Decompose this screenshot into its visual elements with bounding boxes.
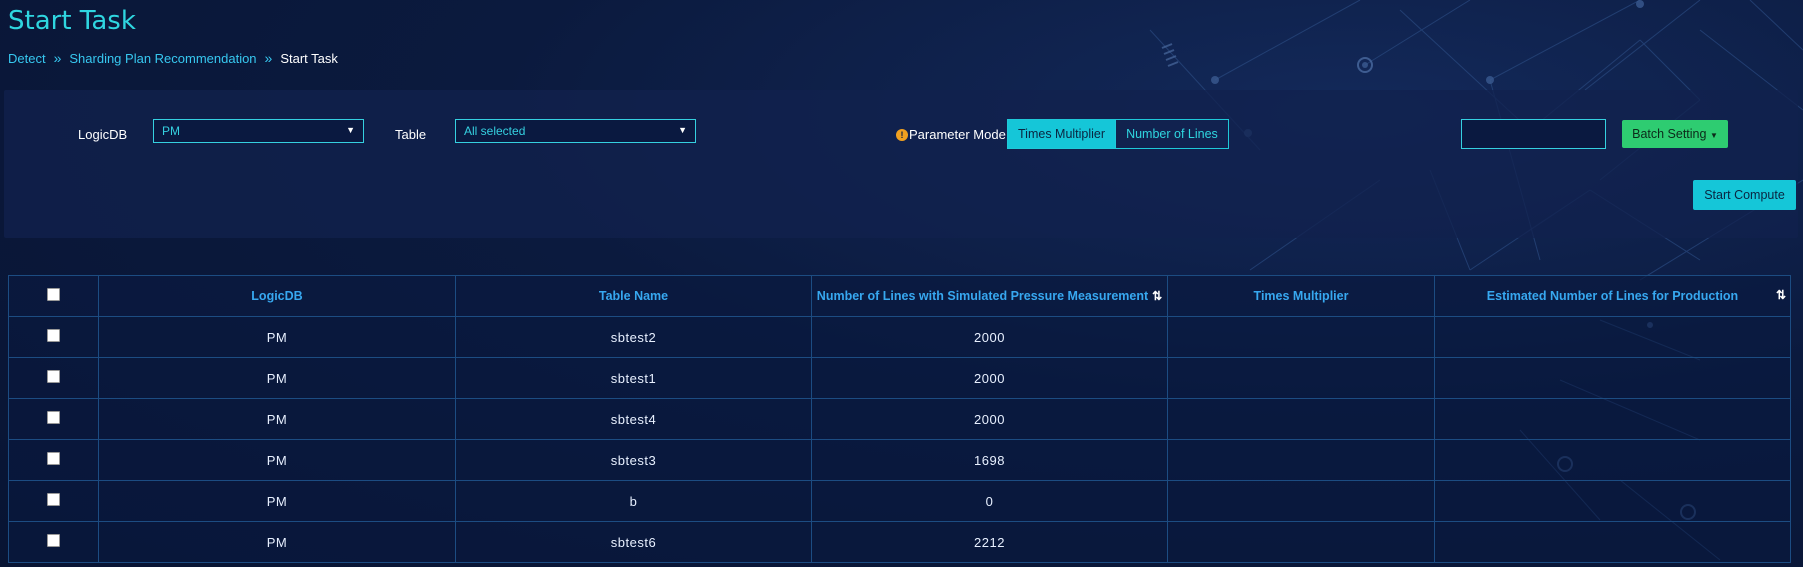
cell-table-name: sbtest2 (455, 316, 812, 358)
logicdb-select-value: PM (162, 124, 180, 138)
cell-times-multiplier[interactable] (1167, 439, 1435, 481)
cell-times-multiplier[interactable] (1167, 521, 1435, 563)
breadcrumb: Detect » Sharding Plan Recommendation » … (8, 50, 338, 66)
logicdb-label: LogicDB (78, 127, 128, 142)
cell-times-multiplier[interactable] (1167, 398, 1435, 440)
table-row: PM sbtest4 2000 (8, 398, 1791, 440)
table-select-value: All selected (464, 124, 526, 138)
column-header-logicdb: LogicDB (98, 275, 456, 317)
cell-table-name: b (455, 480, 812, 522)
column-header-times-multiplier: Times Multiplier (1167, 275, 1435, 317)
mode-number-of-lines-button[interactable]: Number of Lines (1115, 120, 1228, 148)
start-compute-button[interactable]: Start Compute (1693, 180, 1796, 210)
cell-table-name: sbtest1 (455, 357, 812, 399)
column-header-estimated-lines-label: Estimated Number of Lines for Production (1486, 289, 1739, 303)
page-title: Start Task (8, 6, 136, 36)
cell-logicdb: PM (98, 439, 456, 481)
breadcrumb-sharding-plan[interactable]: Sharding Plan Recommendation (69, 51, 256, 66)
mode-times-multiplier-button[interactable]: Times Multiplier (1008, 120, 1116, 148)
cell-logicdb: PM (98, 357, 456, 399)
breadcrumb-current: Start Task (280, 50, 338, 66)
breadcrumb-separator-icon: » (264, 50, 273, 66)
row-checkbox-cell (8, 521, 99, 563)
cell-table-name: sbtest6 (455, 521, 812, 563)
table-row: PM b 0 (8, 480, 1791, 522)
cell-estimated-lines (1434, 316, 1791, 358)
cell-estimated-lines (1434, 357, 1791, 399)
column-header-table-name: Table Name (455, 275, 812, 317)
row-checkbox[interactable] (47, 370, 60, 383)
cell-logicdb: PM (98, 480, 456, 522)
row-checkbox-cell (8, 439, 99, 481)
cell-logicdb: PM (98, 398, 456, 440)
task-table: LogicDB Table Name Number of Lines with … (8, 275, 1791, 563)
parameter-mode-toggle: Times Multiplier Number of Lines (1007, 119, 1229, 149)
select-all-cell (8, 275, 99, 317)
cell-logicdb: PM (98, 521, 456, 563)
row-checkbox[interactable] (47, 534, 60, 547)
table-row: PM sbtest6 2212 (8, 521, 1791, 563)
select-all-checkbox[interactable] (47, 288, 60, 301)
breadcrumb-separator-icon: » (53, 50, 62, 66)
caret-down-icon: ▼ (346, 125, 355, 135)
cell-simulated-lines: 0 (811, 480, 1168, 522)
logicdb-select[interactable]: PM ▼ (153, 119, 364, 143)
row-checkbox[interactable] (47, 493, 60, 506)
table-select[interactable]: All selected ▼ (455, 119, 696, 143)
caret-down-icon: ▼ (678, 125, 687, 135)
filter-panel (4, 90, 1798, 238)
parameter-mode-label: ! Parameter Mode (896, 127, 1006, 142)
column-header-simulated-lines-label: Number of Lines with Simulated Pressure … (816, 289, 1149, 303)
row-checkbox[interactable] (47, 329, 60, 342)
row-checkbox-cell (8, 480, 99, 522)
cell-times-multiplier[interactable] (1167, 480, 1435, 522)
cell-simulated-lines: 2000 (811, 357, 1168, 399)
column-header-estimated-lines[interactable]: Estimated Number of Lines for Production… (1434, 275, 1791, 317)
breadcrumb-detect[interactable]: Detect (8, 51, 46, 66)
cell-times-multiplier[interactable] (1167, 316, 1435, 358)
caret-down-icon: ▼ (1709, 131, 1718, 140)
row-checkbox-cell (8, 398, 99, 440)
cell-estimated-lines (1434, 480, 1791, 522)
row-checkbox-cell (8, 357, 99, 399)
cell-simulated-lines: 2000 (811, 398, 1168, 440)
batch-value-input[interactable] (1461, 119, 1606, 149)
cell-estimated-lines (1434, 398, 1791, 440)
cell-simulated-lines: 2212 (811, 521, 1168, 563)
row-checkbox-cell (8, 316, 99, 358)
table-label: Table (395, 127, 427, 142)
batch-setting-label: Batch Setting (1632, 127, 1707, 141)
table-row: PM sbtest1 2000 (8, 357, 1791, 399)
parameter-mode-text: Parameter Mode (909, 127, 1006, 142)
info-icon[interactable]: ! (896, 128, 908, 141)
table-row: PM sbtest2 2000 (8, 316, 1791, 358)
column-header-simulated-lines[interactable]: Number of Lines with Simulated Pressure … (811, 275, 1168, 317)
cell-logicdb: PM (98, 316, 456, 358)
table-row: PM sbtest3 1698 (8, 439, 1791, 481)
sort-icon[interactable]: ⇅ (1152, 289, 1162, 303)
sort-icon[interactable]: ⇅ (1776, 288, 1786, 302)
cell-estimated-lines (1434, 521, 1791, 563)
cell-simulated-lines: 1698 (811, 439, 1168, 481)
cell-table-name: sbtest3 (455, 439, 812, 481)
cell-estimated-lines (1434, 439, 1791, 481)
row-checkbox[interactable] (47, 452, 60, 465)
cell-simulated-lines: 2000 (811, 316, 1168, 358)
row-checkbox[interactable] (47, 411, 60, 424)
table-header-row: LogicDB Table Name Number of Lines with … (8, 275, 1791, 317)
cell-table-name: sbtest4 (455, 398, 812, 440)
batch-setting-button[interactable]: Batch Setting ▼ (1622, 120, 1728, 148)
cell-times-multiplier[interactable] (1167, 357, 1435, 399)
